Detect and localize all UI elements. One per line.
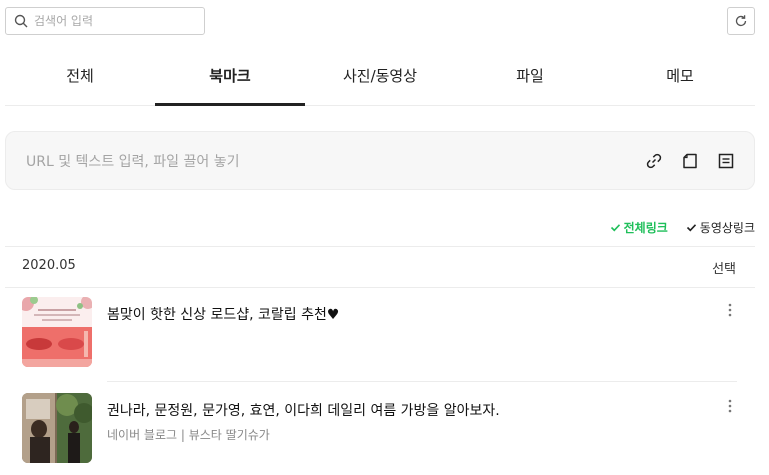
divider <box>5 246 755 247</box>
dropzone-actions <box>636 143 744 179</box>
memo-icon <box>718 153 734 168</box>
more-vertical-icon <box>728 399 732 413</box>
more-options-button[interactable] <box>723 396 737 416</box>
filter-all-links[interactable]: 전체링크 <box>610 219 668 236</box>
tab-photo-video[interactable]: 사진/동영상 <box>305 45 455 105</box>
refresh-icon <box>735 15 747 27</box>
add-link-button[interactable] <box>636 143 672 179</box>
file-icon <box>683 153 697 168</box>
select-button[interactable]: 선택 <box>712 258 736 277</box>
item-body: 권나라, 문정원, 문가영, 효연, 이다희 데일리 여름 가방을 알아보자. … <box>107 393 723 443</box>
add-file-button[interactable] <box>672 143 708 179</box>
dropzone-placeholder: URL 및 텍스트 입력, 파일 끌어 놓기 <box>26 153 240 170</box>
search-input[interactable] <box>34 14 204 28</box>
item-thumbnail <box>22 297 92 367</box>
tab-file[interactable]: 파일 <box>455 45 605 105</box>
refresh-button[interactable] <box>727 7 755 35</box>
search-box[interactable] <box>5 7 205 35</box>
input-dropzone[interactable]: URL 및 텍스트 입력, 파일 끌어 놓기 <box>5 131 755 190</box>
more-options-button[interactable] <box>723 300 737 320</box>
item-title[interactable]: 권나라, 문정원, 문가영, 효연, 이다희 데일리 여름 가방을 알아보자. <box>107 400 723 420</box>
filter-video-links[interactable]: 동영상링크 <box>686 219 755 236</box>
tab-bookmark[interactable]: 북마크 <box>155 45 305 106</box>
link-icon <box>646 153 662 168</box>
tab-memo[interactable]: 메모 <box>605 45 755 105</box>
list-item[interactable]: 봄맞이 핫한 신상 로드샵, 코랄립 추천♥ <box>22 297 737 367</box>
check-icon <box>610 224 620 232</box>
check-icon <box>686 224 696 232</box>
list-item[interactable]: 권나라, 문정원, 문가영, 효연, 이다희 데일리 여름 가방을 알아보자. … <box>22 393 737 463</box>
divider <box>5 287 755 288</box>
item-title[interactable]: 봄맞이 핫한 신상 로드샵, 코랄립 추천♥ <box>107 304 723 324</box>
link-filters: 전체링크 동영상링크 <box>610 219 755 236</box>
add-memo-button[interactable] <box>708 143 744 179</box>
search-icon <box>14 14 28 28</box>
item-source: 네이버 블로그 | 뷰스타 딸기슈가 <box>107 428 270 442</box>
date-group-label: 2020.05 <box>22 258 76 273</box>
more-vertical-icon <box>728 303 732 317</box>
divider <box>107 381 737 382</box>
item-body: 봄맞이 핫한 신상 로드샵, 코랄립 추천♥ <box>107 297 723 324</box>
filter-label: 동영상링크 <box>699 221 755 235</box>
tab-bar: 전체 북마크 사진/동영상 파일 메모 <box>5 45 755 106</box>
filter-label: 전체링크 <box>623 221 668 235</box>
item-thumbnail <box>22 393 92 463</box>
tab-all[interactable]: 전체 <box>5 45 155 105</box>
